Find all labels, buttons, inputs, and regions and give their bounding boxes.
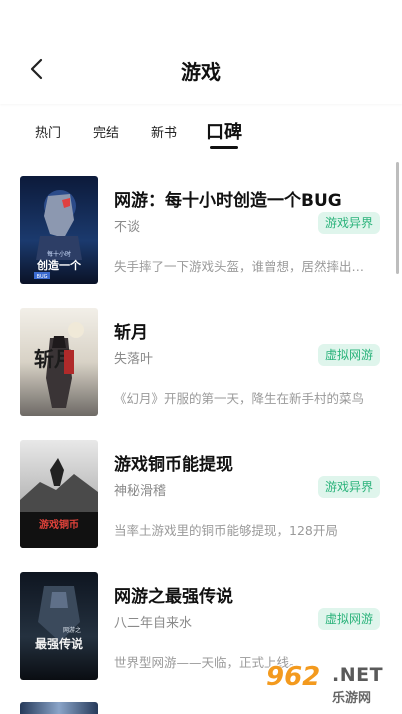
book-description: 《幻月》开服的第一天，降生在新手村的菜鸟	[114, 391, 365, 406]
top-bar: 游戏	[0, 0, 402, 104]
book-author: 失落叶	[114, 352, 154, 367]
svg-text:每十小时: 每十小时	[47, 250, 71, 258]
genre-tag: 游戏异界	[317, 476, 380, 498]
book-author: 不谈	[114, 220, 141, 235]
svg-text:网游之: 网游之	[63, 626, 81, 634]
book-cover: 每十小时 创造一个 BUG	[20, 176, 98, 284]
book-item[interactable]: 游戏铜币 游戏铜币能提现 神秘滑稽 游戏异界 当率土游戏里的铜币能够提现，128…	[0, 434, 402, 554]
svg-text:游戏铜币: 游戏铜币	[39, 518, 79, 531]
genre-tag: 虚拟网游	[317, 344, 380, 366]
category-tabs: 热门 完结 新书 口碑	[0, 116, 402, 156]
svg-text:最强传说: 最强传说	[35, 636, 83, 651]
tab-new[interactable]: 新书	[151, 122, 177, 141]
genre-tag: 游戏异界	[317, 212, 380, 234]
book-author: 八二年自来水	[114, 616, 193, 631]
book-title: 游戏铜币能提现	[114, 455, 233, 475]
book-description: 失手摔了一下游戏头盔，谁曾想，居然摔出了一个BUG	[114, 259, 376, 274]
book-item[interactable]: 斩月 斩月 失落叶 虚拟网游 《幻月》开服的第一天，降生在新手村的菜鸟	[0, 302, 402, 422]
book-title: 网游：每十小时创造一个BUG	[114, 191, 342, 211]
site-watermark-logo: 962 .NET 乐游网	[266, 662, 384, 706]
genre-tag: 虚拟网游	[317, 608, 380, 630]
page-title: 游戏	[181, 60, 221, 84]
tab-hot[interactable]: 热门	[35, 122, 61, 141]
book-cover: 游戏铜币	[20, 440, 98, 548]
svg-text:BUG: BUG	[37, 274, 48, 280]
book-title: 网游之最强传说	[114, 587, 233, 607]
active-tab-indicator	[210, 146, 238, 149]
tab-reputation[interactable]: 口碑	[206, 118, 242, 144]
book-author: 神秘滑稽	[114, 484, 167, 499]
book-cover: 斩月	[20, 308, 98, 416]
book-cover: 网游之 最强传说	[20, 572, 98, 680]
book-item[interactable]: 每十小时 创造一个 BUG 网游：每十小时创造一个BUG 不谈 游戏异界 失手摔…	[0, 170, 402, 290]
book-title: 斩月	[114, 323, 148, 343]
next-book-cover-peek	[20, 702, 98, 714]
scrollbar[interactable]	[396, 162, 399, 274]
book-description: 当率土游戏里的铜币能够提现，128开局	[114, 523, 338, 538]
svg-text:创造一个: 创造一个	[36, 258, 82, 272]
tab-finished[interactable]: 完结	[93, 122, 119, 141]
